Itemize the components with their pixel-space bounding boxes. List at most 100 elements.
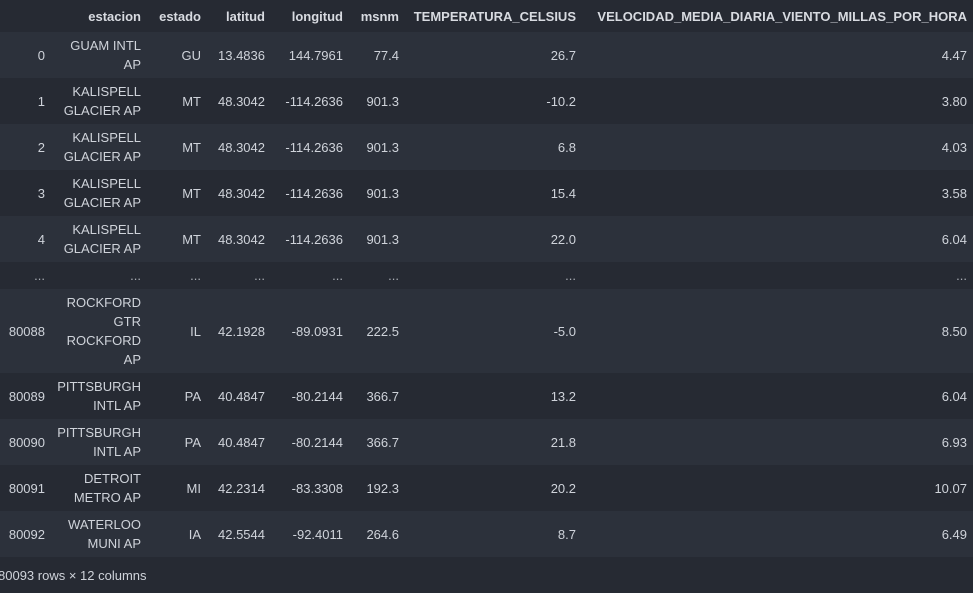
dataframe-shape-summary: 80093 rows × 12 columns <box>0 568 147 583</box>
cell-velocidad: 6.49 <box>941 526 967 542</box>
cell-latitud: 48.3042 <box>218 139 265 155</box>
cell-longitud: ... <box>332 268 343 283</box>
cell-latitud: 48.3042 <box>218 93 265 109</box>
cell-estacion: GUAM INTL AP <box>70 38 141 72</box>
cell-longitud: -89.0931 <box>291 323 343 339</box>
cell-estado: IL <box>190 323 201 339</box>
cell-estado: IA <box>188 526 201 542</box>
cell-temperatura: 13.2 <box>550 388 576 404</box>
cell-latitud: 42.1928 <box>218 323 265 339</box>
row-index: 80091 <box>8 480 45 496</box>
cell-estado: MT <box>182 139 201 155</box>
cell-latitud: 48.3042 <box>218 185 265 201</box>
cell-estacion: KALISPELL GLACIER AP <box>63 130 141 164</box>
cell-longitud: 144.7961 <box>288 47 343 63</box>
cell-temperatura: 21.8 <box>550 434 576 450</box>
cell-temperatura: 8.7 <box>557 526 576 542</box>
cell-estado: MT <box>182 231 201 247</box>
cell-longitud: -80.2144 <box>291 434 343 450</box>
cell-latitud: 42.5544 <box>218 526 265 542</box>
header-index <box>0 0 51 32</box>
table-row: 80091 DETROIT METRO AP MI 42.2314 -83.33… <box>0 465 973 511</box>
table-row: 80088 ROCKFORD GTR ROCKFORD AP IL 42.192… <box>0 289 973 373</box>
cell-latitud: 48.3042 <box>218 231 265 247</box>
row-index: 2 <box>37 139 45 155</box>
row-index: 80088 <box>8 323 45 339</box>
cell-estacion: KALISPELL GLACIER AP <box>63 84 141 118</box>
row-index: 80090 <box>8 434 45 450</box>
row-index: 0 <box>37 47 45 63</box>
header-longitud: longitud <box>271 0 349 32</box>
cell-velocidad: 10.07 <box>934 480 967 496</box>
header-velocidad: VELOCIDAD_MEDIA_DIARIA_VIENTO_MILLAS_POR… <box>582 0 973 32</box>
cell-estado: GU <box>181 47 202 63</box>
cell-estado: MI <box>186 480 201 496</box>
cell-temperatura: 6.8 <box>557 139 576 155</box>
cell-msnm: 264.6 <box>366 526 399 542</box>
cell-estacion: DETROIT METRO AP <box>73 471 141 505</box>
cell-velocidad: 6.04 <box>941 231 967 247</box>
cell-estacion: KALISPELL GLACIER AP <box>63 222 141 256</box>
cell-longitud: -114.2636 <box>285 93 343 109</box>
cell-temperatura: 26.7 <box>550 47 576 63</box>
table-row: 1 KALISPELL GLACIER AP MT 48.3042 -114.2… <box>0 78 973 124</box>
cell-estacion: ROCKFORD GTR ROCKFORD AP <box>66 295 141 367</box>
cell-estacion: PITTSBURGH INTL AP <box>57 379 141 413</box>
ellipsis-row: ... ... ... ... ... ... ... ... <box>0 262 973 289</box>
cell-estado: PA <box>184 388 201 404</box>
cell-msnm: ... <box>388 268 399 283</box>
header-temperatura: TEMPERATURA_CELSIUS <box>405 0 582 32</box>
cell-longitud: -83.3308 <box>291 480 343 496</box>
cell-temperatura: -10.2 <box>546 93 576 109</box>
cell-velocidad: 8.50 <box>941 323 967 339</box>
cell-estado: MT <box>182 93 201 109</box>
cell-msnm: 901.3 <box>366 139 399 155</box>
row-index: ... <box>34 268 45 283</box>
cell-temperatura: -5.0 <box>553 323 576 339</box>
cell-estado: MT <box>182 185 201 201</box>
cell-estacion: KALISPELL GLACIER AP <box>63 176 141 210</box>
cell-msnm: 901.3 <box>366 185 399 201</box>
header-estacion: estacion <box>51 0 147 32</box>
header-msnm: msnm <box>349 0 405 32</box>
cell-msnm: 77.4 <box>373 47 399 63</box>
cell-longitud: -114.2636 <box>285 231 343 247</box>
cell-msnm: 366.7 <box>366 434 399 450</box>
row-index: 1 <box>37 93 45 109</box>
cell-estado: ... <box>190 268 201 283</box>
dataframe-table: estacion estado latitud longitud msnm TE… <box>0 0 973 557</box>
cell-temperatura: 22.0 <box>550 231 576 247</box>
row-index: 4 <box>37 231 45 247</box>
row-index: 80092 <box>8 526 45 542</box>
cell-velocidad: ... <box>956 268 967 283</box>
cell-velocidad: 6.04 <box>941 388 967 404</box>
cell-temperatura: ... <box>565 268 576 283</box>
table-row: 80090 PITTSBURGH INTL AP PA 40.4847 -80.… <box>0 419 973 465</box>
cell-estado: PA <box>184 434 201 450</box>
cell-latitud: 42.2314 <box>218 480 265 496</box>
table-row: 2 KALISPELL GLACIER AP MT 48.3042 -114.2… <box>0 124 973 170</box>
row-index: 3 <box>37 185 45 201</box>
cell-temperatura: 15.4 <box>550 185 576 201</box>
table-row: 0 GUAM INTL AP GU 13.4836 144.7961 77.4 … <box>0 32 973 78</box>
table-body: 0 GUAM INTL AP GU 13.4836 144.7961 77.4 … <box>0 32 973 557</box>
cell-latitud: ... <box>254 268 265 283</box>
cell-msnm: 192.3 <box>366 480 399 496</box>
cell-msnm: 901.3 <box>366 93 399 109</box>
cell-longitud: -114.2636 <box>285 139 343 155</box>
cell-temperatura: 20.2 <box>550 480 576 496</box>
cell-latitud: 40.4847 <box>218 434 265 450</box>
cell-velocidad: 6.93 <box>941 434 967 450</box>
table-row: 3 KALISPELL GLACIER AP MT 48.3042 -114.2… <box>0 170 973 216</box>
header-row: estacion estado latitud longitud msnm TE… <box>0 0 973 32</box>
cell-velocidad: 4.47 <box>941 47 967 63</box>
table-row: 80092 WATERLOO MUNI AP IA 42.5544 -92.40… <box>0 511 973 557</box>
cell-msnm: 366.7 <box>366 388 399 404</box>
cell-longitud: -114.2636 <box>285 185 343 201</box>
cell-velocidad: 4.03 <box>941 139 967 155</box>
header-estado: estado <box>147 0 207 32</box>
row-index: 80089 <box>8 388 45 404</box>
header-latitud: latitud <box>207 0 271 32</box>
table-row: 80089 PITTSBURGH INTL AP PA 40.4847 -80.… <box>0 373 973 419</box>
table-header: estacion estado latitud longitud msnm TE… <box>0 0 973 32</box>
